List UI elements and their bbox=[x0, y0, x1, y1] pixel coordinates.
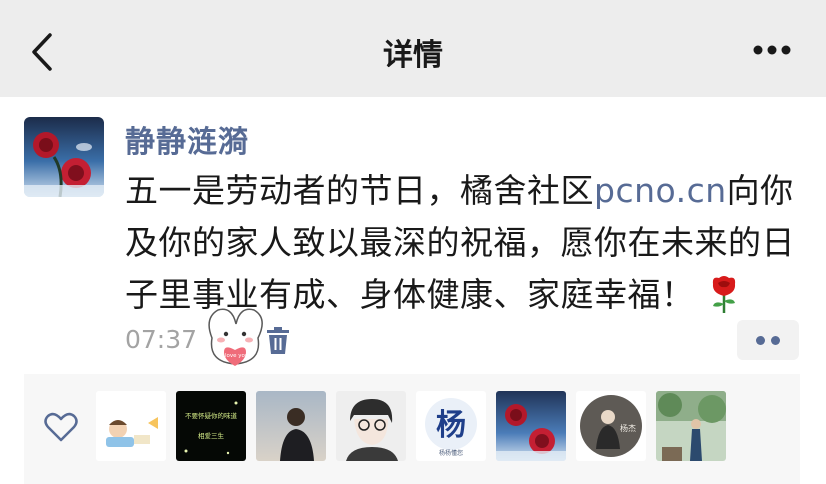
heart-icon bbox=[44, 412, 78, 442]
post-link[interactable]: pcno.cn bbox=[594, 171, 727, 210]
trash-icon bbox=[267, 327, 289, 354]
post-time: 07:37 bbox=[125, 325, 198, 354]
liker-avatar-7-text: 杨杰 bbox=[620, 423, 636, 433]
liker-avatar-7[interactable]: 杨杰 bbox=[576, 391, 646, 461]
bunny-sticker-icon: I love you bbox=[202, 304, 268, 370]
post-content: 五一是劳动者的节日，橘舍社区pcno.cn向你及你的家人致以最深的祝福，愿你在未… bbox=[125, 165, 815, 321]
liker-avatar-3[interactable] bbox=[256, 391, 326, 461]
delete-button[interactable] bbox=[266, 327, 290, 355]
liker-avatar-8[interactable] bbox=[656, 391, 726, 461]
dot-icon bbox=[756, 336, 765, 345]
liker-avatar-2-text: 不要怀疑你的味道 bbox=[185, 411, 238, 420]
liker-avatar-5[interactable]: 杨 杨杨懂您 bbox=[416, 391, 486, 461]
more-icon bbox=[753, 45, 791, 55]
author-name[interactable]: 静静涟漪 bbox=[125, 117, 249, 161]
liker-avatar-2[interactable]: 不要怀疑你的味道 相爱三生 bbox=[176, 391, 246, 461]
liker-avatar-4[interactable] bbox=[336, 391, 406, 461]
rose-emoji-icon bbox=[707, 274, 741, 314]
liker-avatar-5-text: 杨 bbox=[436, 408, 466, 443]
post-text-part1: 五一是劳动者的节日，橘舍社区 bbox=[125, 171, 594, 210]
sticker-caption: I love you bbox=[222, 353, 249, 359]
liker-avatar-6[interactable] bbox=[496, 391, 566, 461]
more-button[interactable] bbox=[748, 38, 796, 62]
liker-avatar-1[interactable] bbox=[96, 391, 166, 461]
nav-bar: 详情 bbox=[0, 0, 826, 97]
liker-avatar-5-caption: 杨杨懂您 bbox=[439, 449, 463, 457]
dot-icon bbox=[771, 336, 780, 345]
comment-action-button[interactable] bbox=[737, 320, 799, 360]
author-avatar[interactable] bbox=[24, 117, 104, 197]
liker-avatar-2-text2: 相爱三生 bbox=[198, 431, 225, 440]
page-title: 详情 bbox=[383, 38, 443, 73]
